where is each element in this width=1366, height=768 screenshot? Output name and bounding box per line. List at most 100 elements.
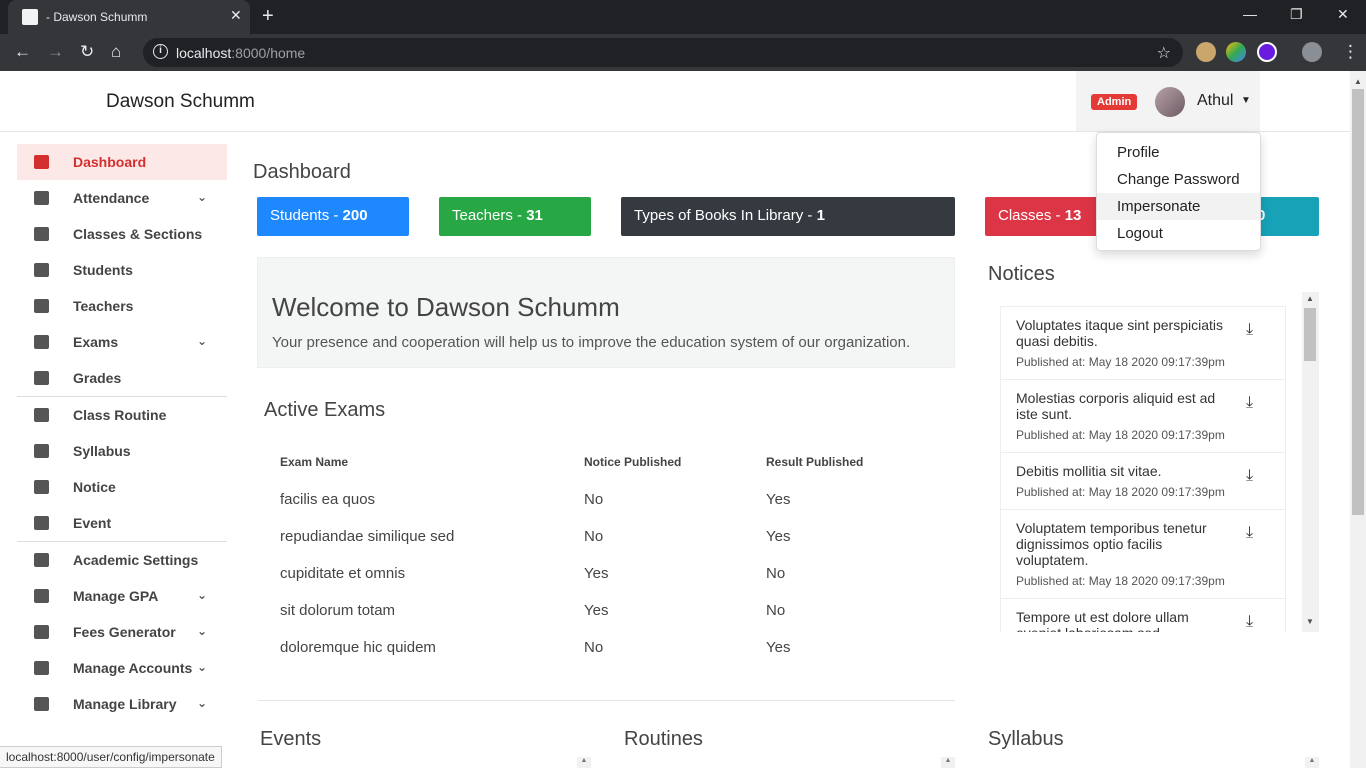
- chevron-down-icon: ⌄: [197, 588, 208, 602]
- download-icon[interactable]: ⤓: [1246, 394, 1253, 412]
- close-tab-icon[interactable]: ✕: [230, 7, 242, 24]
- download-icon[interactable]: ⤓: [1246, 321, 1253, 339]
- list-item: Tempore ut est dolore ullam eveniet labo…: [1000, 599, 1286, 632]
- top-navbar: Dawson Schumm Admin Athul ▼: [0, 71, 1350, 132]
- sidebar-item-label: Students: [73, 262, 133, 278]
- library-icon: [34, 697, 49, 711]
- sidebar-item-grades[interactable]: Grades: [17, 360, 227, 396]
- role-badge: Admin: [1091, 94, 1138, 110]
- sidebar-item-label: Fees Generator: [73, 624, 176, 640]
- sidebar-item-academic-settings[interactable]: Academic Settings: [17, 542, 227, 578]
- sidebar-item-label: Attendance: [73, 190, 150, 206]
- alert-icon: [34, 480, 49, 494]
- notice-date: Published at: May 18 2020 09:17:39pm: [1016, 485, 1225, 499]
- menu-item-profile[interactable]: Profile: [1097, 139, 1260, 166]
- stat-students[interactable]: Students - 200: [257, 197, 409, 236]
- scroll-thumb[interactable]: [1304, 308, 1316, 361]
- extension-icon[interactable]: [1257, 42, 1277, 62]
- sidebar-item-label: Teachers: [73, 298, 134, 314]
- favicon-icon: [22, 9, 38, 25]
- notices-scrollbar[interactable]: ▲ ▼: [1302, 292, 1319, 632]
- sidebar-item-manage-accounts[interactable]: Manage Accounts ⌄: [17, 650, 227, 686]
- notice-title[interactable]: Voluptatem temporibus tenetur dignissimo…: [1016, 520, 1236, 568]
- menu-item-impersonate[interactable]: Impersonate: [1097, 193, 1260, 220]
- sidebar-item-manage-gpa[interactable]: Manage GPA ⌄: [17, 578, 227, 614]
- table-cell: Yes: [584, 565, 609, 582]
- menu-item-logout[interactable]: Logout: [1097, 220, 1260, 247]
- address-bar[interactable]: i localhost:8000/home ☆: [143, 38, 1183, 67]
- sidebar-item-dashboard[interactable]: Dashboard: [17, 144, 227, 180]
- notice-date: Published at: May 18 2020 09:17:39pm: [1016, 574, 1225, 588]
- book-icon: [34, 227, 49, 241]
- sidebar-item-classes-sections[interactable]: Classes & Sections: [17, 216, 227, 252]
- sidebar-item-notice[interactable]: Notice: [17, 469, 227, 505]
- chevron-down-icon: ⌄: [197, 696, 208, 710]
- active-exams-title: Active Exams: [264, 399, 386, 421]
- page-title: Dashboard: [253, 161, 351, 183]
- sidebar-item-manage-library[interactable]: Manage Library ⌄: [17, 686, 227, 722]
- table-cell: No: [584, 491, 604, 508]
- table-cell: Yes: [766, 528, 791, 545]
- site-info-icon[interactable]: i: [153, 44, 168, 59]
- column-header: Notice Published: [584, 455, 682, 469]
- notice-title[interactable]: Debitis mollitia sit vitae.: [1016, 463, 1236, 479]
- scroll-up-icon[interactable]: ▲: [941, 757, 955, 768]
- scroll-up-icon[interactable]: ▲: [1354, 77, 1362, 86]
- notice-title[interactable]: Tempore ut est dolore ullam eveniet labo…: [1016, 609, 1236, 632]
- user-menu-toggle[interactable]: Admin Athul ▼: [1076, 71, 1260, 131]
- drive-extension-icon[interactable]: [1226, 42, 1246, 62]
- minimize-icon[interactable]: —: [1243, 6, 1257, 22]
- stat-teachers[interactable]: Teachers - 31: [439, 197, 591, 236]
- browser-tab[interactable]: - Dawson Schumm ✕: [8, 0, 250, 34]
- notice-title[interactable]: Molestias corporis aliquid est ad iste s…: [1016, 390, 1236, 422]
- new-tab-icon[interactable]: +: [262, 5, 274, 28]
- notice-title[interactable]: Voluptates itaque sint perspiciatis quas…: [1016, 317, 1236, 349]
- download-icon[interactable]: ⤓: [1246, 524, 1253, 542]
- stat-library-books[interactable]: Types of Books In Library - 1: [621, 197, 955, 236]
- download-icon[interactable]: ⤓: [1246, 467, 1253, 485]
- sidebar-item-attendance[interactable]: Attendance ⌄: [17, 180, 227, 216]
- browser-menu-icon[interactable]: ⋮: [1342, 42, 1359, 62]
- notices-title: Notices: [988, 263, 1055, 285]
- calendar-icon: [34, 408, 49, 422]
- home-icon[interactable]: ⌂: [111, 42, 121, 62]
- list-icon: [34, 335, 49, 349]
- dollar-icon: [34, 625, 49, 639]
- sidebar-item-event[interactable]: Event: [17, 505, 227, 541]
- table-row: repudiandae similique sed No Yes: [264, 528, 954, 565]
- avatar: [1155, 87, 1185, 117]
- table-cell: doloremque hic quidem: [280, 639, 436, 656]
- reload-icon[interactable]: ↻: [80, 42, 94, 62]
- brand-title[interactable]: Dawson Schumm: [106, 91, 255, 113]
- scroll-thumb[interactable]: [1352, 89, 1364, 515]
- scroll-up-icon[interactable]: ▲: [1306, 294, 1314, 303]
- gear-icon: [34, 553, 49, 567]
- sidebar-item-students[interactable]: Students: [17, 252, 227, 288]
- table-cell: No: [584, 528, 604, 545]
- dashboard-icon: [34, 155, 49, 169]
- back-icon[interactable]: ←: [14, 42, 31, 62]
- sidebar-item-exams[interactable]: Exams ⌄: [17, 324, 227, 360]
- restore-icon[interactable]: ❐: [1290, 6, 1303, 23]
- profile-avatar-icon[interactable]: [1302, 42, 1322, 62]
- sidebar-item-teachers[interactable]: Teachers: [17, 288, 227, 324]
- extension-icon[interactable]: [1196, 42, 1216, 62]
- menu-item-change-password[interactable]: Change Password: [1097, 166, 1260, 193]
- list-item: Voluptates itaque sint perspiciatis quas…: [1000, 306, 1286, 380]
- download-icon[interactable]: ⤓: [1246, 613, 1253, 631]
- scroll-up-icon[interactable]: ▲: [577, 757, 591, 768]
- document-icon: [34, 444, 49, 458]
- sidebar-item-syllabus[interactable]: Syllabus: [17, 433, 227, 469]
- sidebar-item-fees-generator[interactable]: Fees Generator ⌄: [17, 614, 227, 650]
- close-window-icon[interactable]: ✕: [1337, 6, 1349, 23]
- table-cell: cupiditate et omnis: [280, 565, 406, 582]
- scroll-down-icon[interactable]: ▼: [1306, 617, 1314, 626]
- scroll-up-icon[interactable]: ▲: [1305, 757, 1319, 768]
- table-row: cupiditate et omnis Yes No: [264, 565, 954, 602]
- clipboard-icon: [34, 371, 49, 385]
- page-scrollbar[interactable]: ▲: [1350, 71, 1366, 768]
- forward-icon[interactable]: →: [47, 42, 64, 62]
- table-row: sit dolorum totam Yes No: [264, 602, 954, 639]
- bookmark-star-icon[interactable]: ☆: [1157, 43, 1171, 63]
- sidebar-item-class-routine[interactable]: Class Routine: [17, 397, 227, 433]
